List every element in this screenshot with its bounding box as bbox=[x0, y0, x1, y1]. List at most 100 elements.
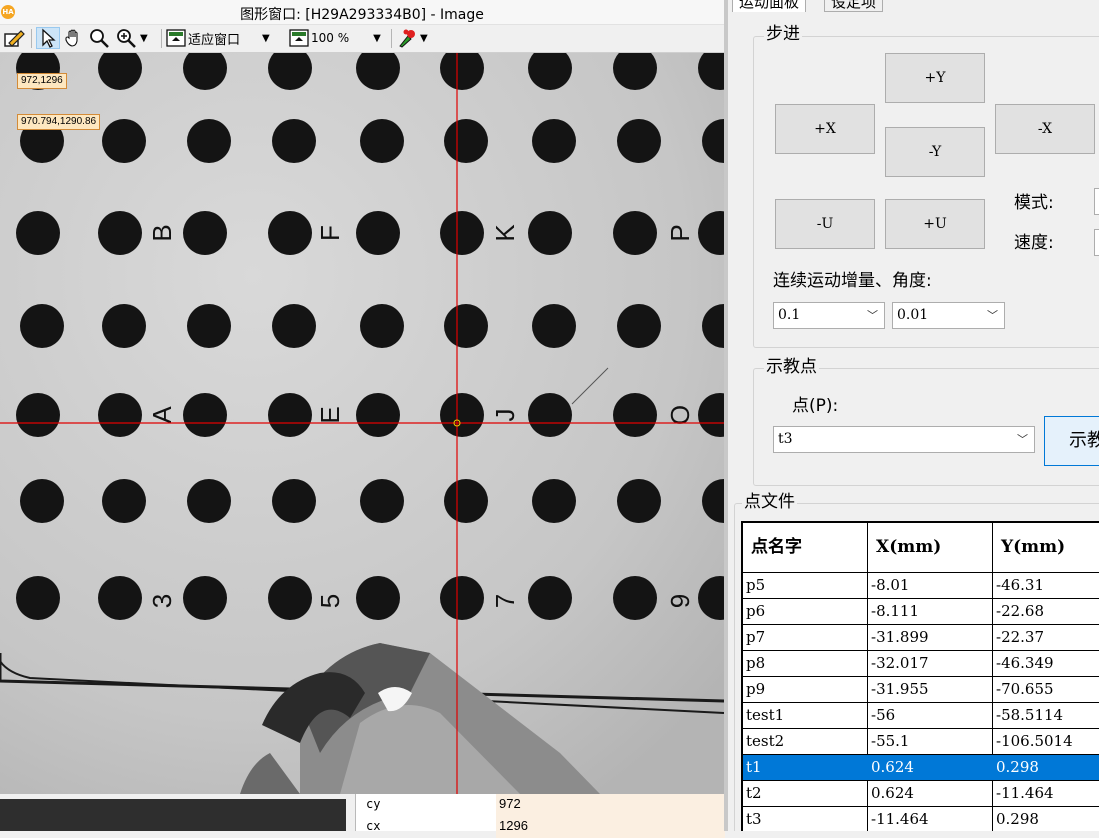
calibration-dot bbox=[440, 576, 484, 620]
table-row[interactable]: test2 -55.1 -106.5014 bbox=[743, 729, 1099, 755]
chevron-down-icon: ▼ bbox=[140, 32, 148, 44]
magnify-tool-button[interactable] bbox=[89, 27, 111, 49]
calibration-dot bbox=[98, 393, 142, 437]
tab-settings[interactable]: 设定项 bbox=[824, 0, 884, 12]
point-name-cell: p9 bbox=[743, 677, 868, 702]
zoom-percent-dropdown[interactable]: 100 % ▼ bbox=[289, 27, 381, 49]
calibration-dot bbox=[613, 393, 657, 437]
calibration-dot bbox=[613, 576, 657, 620]
calibration-dot bbox=[268, 211, 312, 255]
calibration-dot bbox=[102, 304, 146, 348]
point-name-cell: test1 bbox=[743, 703, 868, 728]
grid-label: J bbox=[490, 409, 520, 422]
chevron-down-icon: ﹀ bbox=[987, 309, 998, 322]
coordinate-value: 1296 bbox=[496, 816, 725, 838]
coordinate-row: cy 972 bbox=[356, 794, 725, 816]
calibration-dot bbox=[183, 393, 227, 437]
table-body: p5 -8.01 -46.31 p6 -8.111 -22.68 p7 -31.899 -22.… bbox=[743, 573, 1099, 831]
plus-y-button[interactable]: +Y bbox=[885, 53, 985, 103]
mode-select[interactable] bbox=[1094, 188, 1099, 215]
calibration-dot bbox=[356, 576, 400, 620]
point-label: 点(P): bbox=[792, 396, 839, 416]
calibration-dot bbox=[16, 393, 60, 437]
teach-button[interactable]: 示教 bbox=[1044, 416, 1099, 466]
point-x-cell: -56 bbox=[868, 703, 993, 728]
calibration-dot bbox=[444, 119, 488, 163]
color-picker-icon bbox=[399, 29, 415, 48]
calibration-dot bbox=[360, 119, 404, 163]
fit-window-label: 适应窗口 bbox=[188, 32, 241, 48]
calibration-dot bbox=[187, 119, 231, 163]
grid-label: 7 bbox=[490, 594, 520, 608]
minus-u-button[interactable]: -U bbox=[775, 199, 875, 249]
point-x-cell: -8.01 bbox=[868, 573, 993, 598]
minus-y-button[interactable]: -Y bbox=[885, 127, 985, 177]
table-row[interactable]: test1 -56 -58.5114 bbox=[743, 703, 1099, 729]
table-row[interactable]: p8 -32.017 -46.349 bbox=[743, 651, 1099, 677]
calibration-dot bbox=[528, 576, 572, 620]
grid-label: A bbox=[147, 406, 177, 424]
measured-coordinate-label: 970.794,1290.86 bbox=[17, 114, 101, 130]
calibration-dot bbox=[528, 211, 572, 255]
speed-select[interactable] bbox=[1094, 229, 1099, 256]
minus-x-button[interactable]: -X bbox=[995, 104, 1095, 154]
angle-select[interactable]: 0.01 ﹀ bbox=[892, 302, 1005, 329]
calibration-dot bbox=[613, 211, 657, 255]
fit-window-dropdown[interactable]: 适应窗口 ▼ bbox=[166, 27, 270, 49]
magnifier-icon bbox=[90, 29, 109, 48]
image-viewport[interactable]: B F K P A E J O 3 5 7 9 972,1296 970.794,1290.86 bbox=[0, 53, 724, 794]
grid-label: 5 bbox=[315, 594, 345, 608]
pointer-icon bbox=[42, 28, 56, 48]
table-row[interactable]: t3 -11.464 0.298 bbox=[743, 807, 1099, 831]
point-y-cell: -22.37 bbox=[993, 625, 1099, 650]
calibration-dot bbox=[617, 479, 661, 523]
motion-panel: 运动面板 设定项 步进 +Y +X -Y -X -U +U 模式: 速度: 连续… bbox=[724, 0, 1099, 831]
chevron-down-icon: ▼ bbox=[262, 32, 270, 44]
grid-label: P bbox=[665, 224, 695, 241]
plus-x-button[interactable]: +X bbox=[775, 104, 875, 154]
coordinate-table: cy 972 cx 1296 bbox=[355, 794, 725, 838]
teach-point-group-title: 示教点 bbox=[764, 357, 819, 377]
increment-select[interactable]: 0.1 ﹀ bbox=[773, 302, 885, 329]
table-row[interactable]: p7 -31.899 -22.37 bbox=[743, 625, 1099, 651]
calibration-dot bbox=[183, 576, 227, 620]
calibration-dot bbox=[356, 211, 400, 255]
point-x-cell: -32.017 bbox=[868, 651, 993, 676]
chevron-down-icon: ﹀ bbox=[1017, 433, 1028, 446]
coordinate-row: cx 1296 bbox=[356, 816, 725, 838]
point-x-cell: -11.464 bbox=[868, 807, 993, 831]
table-row[interactable]: t1 0.624 0.298 bbox=[743, 755, 1099, 781]
calibration-dot bbox=[187, 479, 231, 523]
fit-window-icon bbox=[166, 29, 186, 47]
calibration-dot bbox=[356, 393, 400, 437]
calibration-dot bbox=[532, 304, 576, 348]
point-select[interactable]: t3 ﹀ bbox=[773, 426, 1035, 453]
point-select-value: t3 bbox=[778, 431, 793, 447]
edit-tool-button[interactable] bbox=[3, 27, 25, 49]
point-x-cell: -31.955 bbox=[868, 677, 993, 702]
table-row[interactable]: t2 0.624 -11.464 bbox=[743, 781, 1099, 807]
calibration-image[interactable]: B F K P A E J O 3 5 7 9 bbox=[0, 53, 724, 794]
image-toolbar: ▼ 适应窗口 ▼ 100 % ▼ ▼ bbox=[0, 25, 724, 53]
column-header-x: X(mm) bbox=[868, 523, 993, 572]
calibration-dot bbox=[102, 479, 146, 523]
point-y-cell: -11.464 bbox=[993, 781, 1099, 806]
zoom-percent-icon bbox=[289, 29, 309, 47]
table-row[interactable]: p5 -8.01 -46.31 bbox=[743, 573, 1099, 599]
plus-u-button[interactable]: +U bbox=[885, 199, 985, 249]
zoom-tool-dropdown[interactable]: ▼ bbox=[116, 27, 148, 49]
calibration-dot bbox=[272, 119, 316, 163]
point-name-cell: p8 bbox=[743, 651, 868, 676]
color-tool-dropdown[interactable]: ▼ bbox=[396, 27, 428, 49]
table-row[interactable]: p9 -31.955 -70.655 bbox=[743, 677, 1099, 703]
grid-label: B bbox=[147, 224, 177, 241]
pan-tool-button[interactable] bbox=[63, 27, 85, 49]
table-header-row: 点名字 X(mm) Y(mm) bbox=[743, 523, 1099, 573]
tab-motion-panel[interactable]: 运动面板 bbox=[732, 0, 807, 12]
pointer-tool-button[interactable] bbox=[36, 27, 60, 49]
chevron-down-icon: ﹀ bbox=[867, 309, 878, 322]
table-row[interactable]: p6 -8.111 -22.68 bbox=[743, 599, 1099, 625]
grid-label: 9 bbox=[665, 594, 695, 608]
angle-value: 0.01 bbox=[897, 307, 929, 323]
speed-label: 速度: bbox=[1014, 233, 1054, 253]
